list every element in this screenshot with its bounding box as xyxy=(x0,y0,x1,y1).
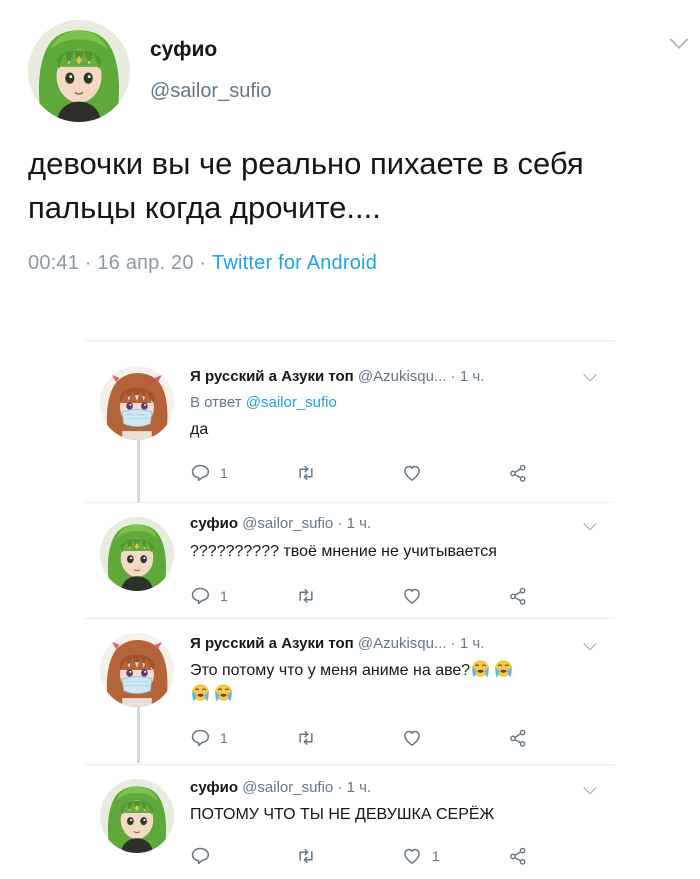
reply-button[interactable]: 1 xyxy=(190,462,228,484)
like-button[interactable] xyxy=(402,585,432,607)
like-button[interactable] xyxy=(402,727,432,749)
author-handle[interactable]: @sailor_sufio xyxy=(150,80,271,103)
avatar[interactable] xyxy=(100,633,174,707)
reply-to-link[interactable]: @sailor_sufio xyxy=(246,394,337,411)
reply-prefix: В ответ xyxy=(190,394,246,411)
avatar[interactable] xyxy=(100,779,174,853)
author-handle[interactable]: @Azukisqu... · 1 ч. xyxy=(358,368,484,385)
retweet-button[interactable] xyxy=(296,585,316,607)
share-icon xyxy=(508,846,528,866)
reply-tweet: Я русский а Азуки топ @Azukisqu... · 1 ч… xyxy=(0,619,700,759)
action-bar: 1 xyxy=(190,727,550,749)
author-name[interactable]: Я русский а Азуки топ xyxy=(190,368,354,385)
chevron-down-icon[interactable] xyxy=(668,36,690,52)
reply-count: 1 xyxy=(220,588,228,604)
reply-button[interactable]: 1 xyxy=(190,727,228,749)
tweet-text: девочки вы че реально пихаете в себя пал… xyxy=(28,146,584,225)
author-name[interactable]: Я русский а Азуки топ xyxy=(190,635,354,652)
retweet-button[interactable] xyxy=(296,727,316,749)
tweet-source-link[interactable]: Twitter for Android xyxy=(212,252,377,274)
loudly-crying-face-icon xyxy=(190,683,211,702)
author-name[interactable]: суфио xyxy=(150,38,217,62)
reply-count: 1 xyxy=(220,730,228,746)
main-tweet: суфио @sailor_sufio девочки вы че реальн… xyxy=(0,0,700,300)
reply-button[interactable] xyxy=(190,845,220,867)
share-icon xyxy=(508,728,528,748)
like-icon xyxy=(402,846,422,866)
share-button[interactable] xyxy=(508,845,528,867)
reply-button[interactable]: 1 xyxy=(190,585,228,607)
share-button[interactable] xyxy=(508,462,528,484)
chevron-down-icon[interactable] xyxy=(582,641,598,653)
action-bar: 1 xyxy=(190,845,550,867)
divider xyxy=(85,340,615,341)
tweet-timestamp: 00:41 · 16 апр. 20 · xyxy=(28,252,213,274)
chevron-down-icon[interactable] xyxy=(582,372,598,384)
reply-count: 1 xyxy=(220,465,228,481)
share-icon xyxy=(508,463,528,483)
retweet-button[interactable] xyxy=(296,462,316,484)
avatar[interactable] xyxy=(28,20,130,122)
author-name[interactable]: суфио xyxy=(190,779,238,796)
reply-icon xyxy=(190,846,210,866)
author-name[interactable]: суфио xyxy=(190,515,238,532)
like-count: 1 xyxy=(432,848,440,864)
retweet-icon xyxy=(296,846,316,866)
reply-header: суфио @sailor_sufio · 1 ч. xyxy=(190,779,371,796)
like-icon xyxy=(402,728,422,748)
tweet-text-wrapper: Это потому что у меня аниме на аве? xyxy=(190,659,610,707)
author-handle[interactable]: @sailor_sufio · 1 ч. xyxy=(242,779,371,796)
like-button[interactable] xyxy=(402,462,432,484)
chevron-down-icon[interactable] xyxy=(582,785,598,797)
action-bar: 1 xyxy=(190,462,550,484)
reply-tweet: суфио @sailor_sufio · 1 ч. ?????????? тв… xyxy=(0,503,700,618)
retweet-icon xyxy=(296,463,316,483)
avatar[interactable] xyxy=(100,366,174,440)
like-button[interactable]: 1 xyxy=(402,845,440,867)
share-icon xyxy=(508,586,528,606)
reply-header: суфио @sailor_sufio · 1 ч. xyxy=(190,515,371,532)
tweet-meta: 00:41 · 16 апр. 20 · Twitter for Android xyxy=(28,252,377,275)
share-button[interactable] xyxy=(508,727,528,749)
reply-tweet: суфио @sailor_sufio · 1 ч. ПОТОМУ ЧТО ТЫ… xyxy=(0,765,700,879)
author-handle[interactable]: @Azukisqu... · 1 ч. xyxy=(358,635,484,652)
share-button[interactable] xyxy=(508,585,528,607)
retweet-button[interactable] xyxy=(296,845,316,867)
like-icon xyxy=(402,586,422,606)
reply-header: Я русский а Азуки топ @Azukisqu... · 1 ч… xyxy=(190,635,484,652)
loudly-crying-face-icon xyxy=(493,659,514,678)
reply-icon xyxy=(190,463,210,483)
retweet-icon xyxy=(296,728,316,748)
reply-header: Я русский а Азуки топ @Azukisqu... · 1 ч… xyxy=(190,368,484,385)
reply-icon xyxy=(190,586,210,606)
reply-icon xyxy=(190,728,210,748)
reply-tweet: Я русский а Азуки топ @Azukisqu... · 1 ч… xyxy=(0,352,700,502)
tweet-text: ПОТОМУ ЧТО ТЫ НЕ ДЕВУШКА СЕРЁЖ xyxy=(190,806,495,823)
reply-context: В ответ @sailor_sufio xyxy=(190,394,337,411)
loudly-crying-face-icon xyxy=(213,683,234,702)
avatar[interactable] xyxy=(100,517,174,591)
tweet-text: ?????????? твоё мнение не учитывается xyxy=(190,543,497,560)
retweet-icon xyxy=(296,586,316,606)
action-bar: 1 xyxy=(190,585,550,607)
chevron-down-icon[interactable] xyxy=(582,521,598,533)
tweet-text: да xyxy=(190,421,209,438)
author-handle[interactable]: @sailor_sufio · 1 ч. xyxy=(242,515,371,532)
tweet-text: Это потому что у меня аниме на аве? xyxy=(190,662,471,679)
loudly-crying-face-icon xyxy=(470,659,491,678)
like-icon xyxy=(402,463,422,483)
